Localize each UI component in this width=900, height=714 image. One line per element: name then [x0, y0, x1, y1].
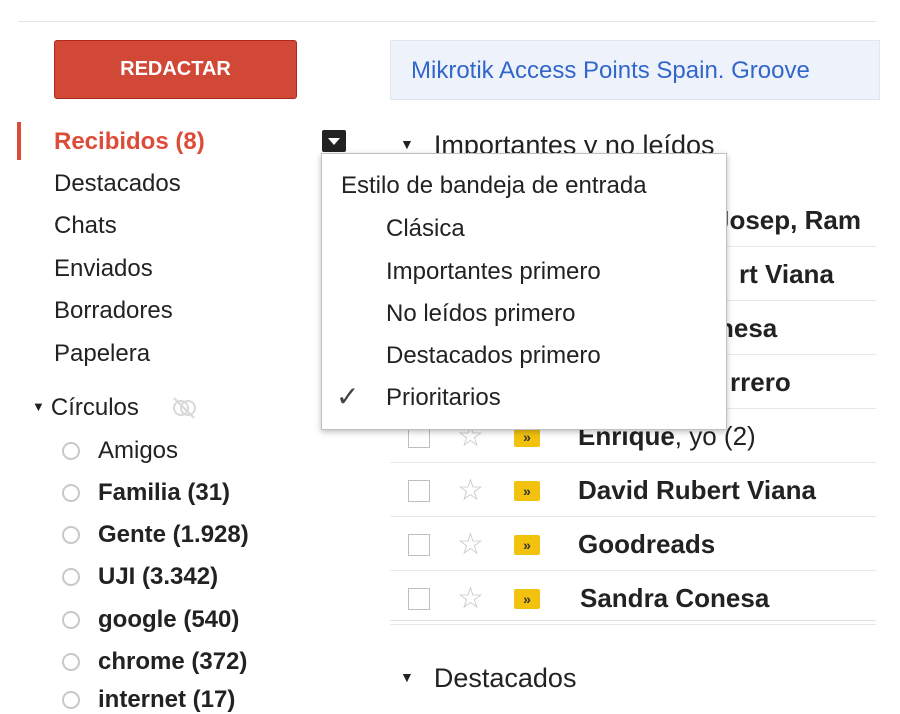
message-row[interactable]: ☆ » Sandra Conesa: [390, 571, 876, 625]
star-icon[interactable]: ☆: [457, 527, 484, 562]
circles-heading: Círculos: [50, 394, 139, 421]
menu-option-important-first[interactable]: Importantes primero: [386, 258, 601, 286]
circle-label: internet (17): [98, 686, 236, 713]
star-icon[interactable]: ☆: [457, 581, 484, 616]
checkmark-icon: ✓: [336, 381, 360, 412]
circle-dot-icon: [62, 442, 80, 460]
section-heading: Destacados: [433, 663, 577, 693]
important-marker-icon[interactable]: »: [514, 481, 540, 501]
select-checkbox[interactable]: [408, 480, 430, 502]
select-checkbox[interactable]: [408, 534, 430, 556]
circle-dot-icon: [62, 568, 80, 586]
collapse-triangle-icon: ▼: [32, 399, 45, 414]
circle-label: Familia (31): [98, 479, 231, 506]
inbox-type-dropdown-toggle[interactable]: [322, 130, 346, 152]
active-nav-indicator: [17, 122, 21, 160]
message-row[interactable]: ☆ » Goodreads: [390, 517, 876, 571]
message-sender[interactable]: Sandra Conesa: [580, 583, 769, 614]
sidebar-item-starred[interactable]: Destacados: [54, 170, 181, 198]
message-sender[interactable]: Goodreads: [578, 529, 715, 560]
circle-dot-icon: [62, 653, 80, 671]
menu-option-unread-first[interactable]: No leídos primero: [386, 300, 575, 328]
message-sender[interactable]: rrero: [730, 367, 791, 398]
sidebar-item-drafts[interactable]: Borradores: [54, 297, 173, 325]
sidebar-item-sent[interactable]: Enviados: [54, 255, 153, 283]
top-divider: [18, 21, 876, 22]
circle-item-internet[interactable]: internet (17): [62, 686, 235, 714]
important-marker-icon[interactable]: »: [514, 535, 540, 555]
circle-item-google[interactable]: google (540): [62, 606, 239, 634]
banner-link[interactable]: Mikrotik Access Points Spain. Groove: [411, 57, 810, 85]
message-sender[interactable]: David Rubert Viana: [578, 475, 816, 506]
circle-label: google (540): [98, 606, 240, 633]
circle-label: Gente (1.928): [98, 521, 249, 548]
star-icon[interactable]: ☆: [457, 473, 484, 508]
circle-label: Amigos: [98, 437, 179, 464]
important-marker-icon[interactable]: »: [514, 427, 540, 447]
menu-option-classic[interactable]: Clásica: [386, 215, 465, 243]
circles-link-icon[interactable]: [170, 394, 198, 422]
circle-label: UJI (3.342): [98, 563, 219, 590]
circles-section-toggle[interactable]: ▼ Círculos: [32, 394, 139, 422]
circle-label: chrome (372): [98, 648, 248, 675]
circle-dot-icon: [62, 526, 80, 544]
sidebar-item-chats[interactable]: Chats: [54, 212, 117, 240]
message-sender[interactable]: rt Viana: [739, 259, 834, 290]
circle-item-amigos[interactable]: Amigos: [62, 437, 178, 465]
select-checkbox[interactable]: [408, 588, 430, 610]
important-marker-icon[interactable]: »: [514, 589, 540, 609]
compose-button[interactable]: REDACTAR: [54, 40, 297, 99]
inbox-style-menu: Estilo de bandeja de entrada Clásica Imp…: [321, 153, 727, 430]
sidebar-item-inbox[interactable]: Recibidos (8): [54, 128, 205, 156]
sidebar-item-trash[interactable]: Papelera: [54, 340, 150, 368]
circle-item-gente[interactable]: Gente (1.928): [62, 521, 249, 549]
message-row[interactable]: ☆ » David Rubert Viana: [390, 463, 876, 517]
collapse-triangle-icon: ▼: [400, 669, 414, 685]
menu-title: Estilo de bandeja de entrada: [341, 172, 647, 199]
circle-item-uji[interactable]: UJI (3.342): [62, 563, 218, 591]
circle-dot-icon: [62, 691, 80, 709]
menu-option-starred-first[interactable]: Destacados primero: [386, 342, 601, 370]
web-clip-banner[interactable]: Mikrotik Access Points Spain. Groove: [390, 40, 880, 100]
list-divider: [390, 620, 876, 621]
circle-dot-icon: [62, 611, 80, 629]
message-sender[interactable]: Josep, Ram: [715, 205, 861, 236]
circle-item-chrome[interactable]: chrome (372): [62, 648, 247, 676]
circle-dot-icon: [62, 484, 80, 502]
collapse-triangle-icon: ▼: [400, 136, 414, 152]
menu-option-priority-inbox[interactable]: Prioritarios: [386, 384, 501, 412]
section-starred[interactable]: ▼ Destacados: [400, 663, 576, 694]
circle-item-familia[interactable]: Familia (31): [62, 479, 230, 507]
